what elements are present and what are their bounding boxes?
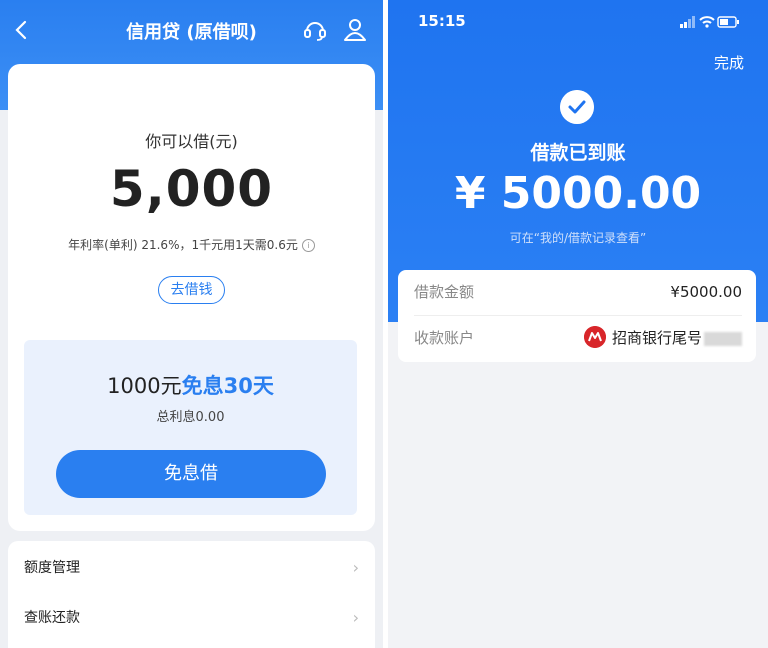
info-icon[interactable]: i xyxy=(301,239,315,252)
arrived-title: 借款已到账 xyxy=(530,142,626,164)
interest-free-borrow-button[interactable]: 免息借 xyxy=(56,450,326,498)
customer-service-icon[interactable] xyxy=(302,17,328,43)
detail-key: 收款账户 xyxy=(414,329,475,347)
status-bar-icons xyxy=(680,16,739,28)
loan-detail-card: 借款金额 ¥5000.00 收款账户 招商银行尾号 xyxy=(398,270,756,362)
status-bar-time: 15:15 xyxy=(418,12,466,30)
menu-item-bills-repay[interactable]: 查账还款 › xyxy=(24,603,359,633)
signal-icon xyxy=(680,16,695,28)
promo-highlight: 免息30天 xyxy=(181,374,274,398)
menu-item-limit-management[interactable]: 额度管理 › xyxy=(24,553,359,583)
interest-free-promo: 1000元免息30天 总利息0.00 免息借 xyxy=(24,340,357,515)
chevron-right-icon: › xyxy=(352,558,359,577)
chevron-right-icon: › xyxy=(352,608,359,627)
credit-card-panel: 你可以借(元) 5,000 年利率(单利) 21.6%，1千元用1天需0.6元 i… xyxy=(8,64,375,531)
nav-bar: 信用贷 (原借呗) xyxy=(0,10,383,50)
bank-logo-icon xyxy=(583,325,606,348)
rate-label: 年利率(单利) 21.6%，1千元用1天需0.6元 xyxy=(68,238,298,252)
user-icon[interactable] xyxy=(342,16,368,42)
arrived-amount: ¥ 5000.00 xyxy=(454,168,702,219)
menu-item-label: 额度管理 xyxy=(24,560,80,576)
detail-row-account: 收款账户 招商银行尾号 xyxy=(414,316,742,360)
interest-rate-text: 年利率(单利) 21.6%，1千元用1天需0.6元 i xyxy=(8,236,375,253)
total-interest: 总利息0.00 xyxy=(156,410,225,425)
wifi-icon xyxy=(699,16,715,28)
success-check-icon xyxy=(560,90,594,124)
available-label: 你可以借(元) xyxy=(145,132,238,151)
loan-home-screen: 信用贷 (原借呗) 你可以借(元) 5,000 年利率(单利) 21.6%，1千… xyxy=(0,0,383,648)
masked-account-number xyxy=(704,331,742,346)
promo-title: 1000元免息30天 xyxy=(24,370,357,400)
detail-row-amount: 借款金额 ¥5000.00 xyxy=(414,270,742,314)
done-button[interactable]: 完成 xyxy=(714,52,744,73)
bank-name: 招商银行尾号 xyxy=(611,329,702,347)
detail-value-bank: 招商银行尾号 xyxy=(583,316,742,360)
available-amount: 5,000 xyxy=(109,160,274,218)
menu-item-label: 查账还款 xyxy=(24,610,80,626)
battery-icon xyxy=(717,16,739,28)
go-borrow-button[interactable]: 去借钱 xyxy=(158,276,225,304)
loan-success-screen: 15:15 完成 借款已到账 ¥ 5000.00 可在“我的/借款记录查看” 借… xyxy=(388,0,768,648)
menu-list: 额度管理 › 查账还款 › xyxy=(8,541,375,648)
record-hint: 可在“我的/借款记录查看” xyxy=(509,231,647,245)
detail-key: 借款金额 xyxy=(414,283,475,301)
promo-amount: 1000元 xyxy=(107,374,182,398)
detail-value: ¥5000.00 xyxy=(670,283,742,301)
